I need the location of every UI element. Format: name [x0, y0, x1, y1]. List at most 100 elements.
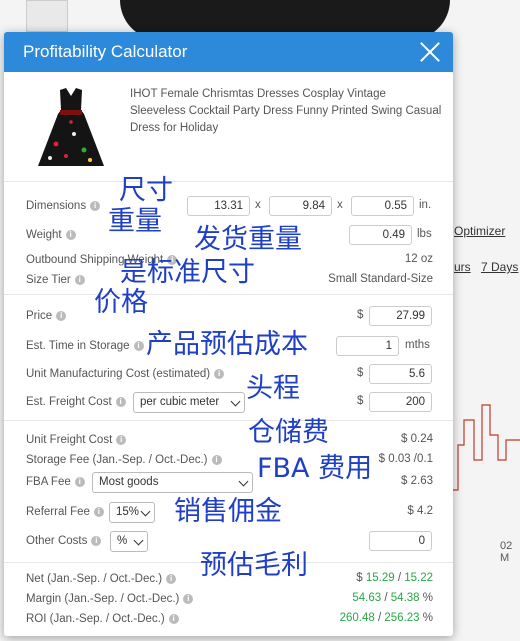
length-input[interactable]: 13.31 [187, 196, 250, 216]
referral-rate-select[interactable]: 15% [109, 502, 155, 523]
margin-value-jan-sep: 54.63 [352, 592, 382, 604]
net-label: Net (Jan.-Sep. / Oct.-Dec.) [26, 573, 163, 585]
other-costs-type-select[interactable]: % [110, 531, 148, 552]
info-icon[interactable]: i [65, 230, 76, 240]
fba-category-select[interactable]: Most goods [92, 472, 253, 493]
annotation-freight: 头程 [246, 373, 300, 404]
annotation-price: 价格 [94, 287, 148, 318]
modal-header: Profitability Calculator [4, 32, 453, 72]
storage-time-unit: mths [405, 339, 430, 351]
chevron-down-icon [140, 506, 151, 517]
info-icon[interactable]: i [56, 311, 67, 321]
manufacturing-cost-input[interactable]: 5.6 [369, 364, 432, 384]
dimension-separator: x [337, 199, 343, 211]
manufacturing-cost-currency: $ [357, 367, 364, 379]
roi-value: 260.48 / 256.23 % [340, 612, 433, 624]
unit-freight-cost-label: Unit Freight Cost [26, 434, 113, 446]
dimension-separator: x [255, 199, 261, 211]
product-image [26, 84, 116, 172]
price-input[interactable]: 27.99 [369, 306, 432, 326]
info-icon[interactable]: i [93, 507, 104, 517]
margin-unit: % [422, 592, 433, 604]
annotation-storage: 仓储费 [248, 417, 329, 448]
annotation-outbound-weight: 发货重量 [194, 224, 302, 255]
info-icon[interactable]: i [91, 536, 102, 546]
annotation-profit: 预估毛利 [200, 550, 308, 581]
margin-label: Margin (Jan.-Sep. / Oct.-Dec.) [26, 593, 180, 605]
fba-fee-value: $ 2.63 [401, 475, 433, 487]
size-tier-label: Size Tier [26, 274, 71, 286]
background-panel: Optimizer urs 7 Days 02 M [452, 200, 520, 620]
manufacturing-cost-label: Unit Manufacturing Cost (estimated) [26, 368, 211, 380]
info-icon[interactable]: i [90, 201, 101, 211]
chevron-down-icon [133, 535, 144, 546]
storage-fee-label: Storage Fee (Jan.-Sep. / Oct.-Dec.) [26, 454, 208, 466]
unit-freight-cost-row: Unit Freight Cost i [26, 430, 433, 450]
dimension-unit: in. [419, 199, 432, 211]
annotation-referral: 销售佣金 [174, 496, 282, 527]
outbound-weight-value: 12 oz [404, 253, 433, 265]
unit-freight-cost-value: $ 0.24 [401, 433, 433, 445]
seven-days-link[interactable]: 7 Days [481, 260, 518, 274]
freight-cost-input[interactable]: 200 [369, 392, 432, 412]
storage-fee-value: $ 0.03 /0.1 [378, 453, 433, 465]
dimensions-label: Dimensions [26, 200, 87, 212]
referral-fee-value: $ 4.2 [407, 505, 433, 517]
storage-time-label: Est. Time in Storage [26, 340, 130, 352]
net-value: $ 15.29 / 15.22 [356, 572, 433, 584]
fba-fee-label: FBA Fee [26, 476, 71, 488]
weight-unit: lbs [417, 228, 432, 240]
info-icon[interactable]: i [115, 397, 126, 407]
freight-unit-select[interactable]: per cubic meter [133, 392, 245, 413]
price-label: Price [26, 310, 53, 322]
divider [4, 294, 453, 295]
info-icon[interactable]: i [214, 369, 225, 379]
roi-separator: / [377, 612, 382, 624]
fba-category-select-value: Most goods [99, 476, 159, 488]
annotation-product-cost: 产品预估成本 [146, 329, 308, 360]
annotation-fba: FBA 费用 [257, 453, 373, 484]
annotation-size-tier: 是标准尺寸 [120, 257, 255, 288]
roi-unit: % [422, 612, 433, 624]
size-tier-value: Small Standard-Size [328, 273, 433, 285]
optimizer-link[interactable]: Optimizer [454, 224, 505, 238]
chevron-down-icon [238, 476, 249, 487]
close-icon[interactable] [417, 39, 443, 65]
info-icon[interactable]: i [116, 435, 127, 445]
info-icon[interactable]: i [133, 341, 144, 351]
storage-time-input[interactable]: 1 [336, 336, 399, 356]
product-summary: IHOT Female Chrismtas Dresses Cosplay Vi… [4, 72, 453, 182]
freight-cost-currency: $ [357, 395, 364, 407]
price-currency: $ [357, 309, 364, 321]
background-axis-label: 02 M [500, 540, 513, 564]
info-icon[interactable]: i [211, 455, 222, 465]
freight-unit-select-value: per cubic meter [140, 396, 220, 408]
info-icon[interactable]: i [166, 574, 177, 584]
margin-value-oct-dec: 54.38 [390, 592, 420, 604]
net-currency: $ [356, 572, 363, 584]
info-icon[interactable]: i [74, 275, 85, 285]
info-icon[interactable]: i [168, 614, 179, 624]
margin-separator: / [384, 592, 388, 604]
referral-rate-select-value: 15% [116, 506, 140, 518]
background-chart-line [452, 404, 520, 491]
height-input[interactable]: 0.55 [351, 196, 414, 216]
thumbnail-image[interactable] [26, 0, 68, 32]
info-icon[interactable]: i [74, 477, 85, 487]
net-separator: / [397, 572, 402, 584]
hours-link[interactable]: urs [454, 260, 471, 274]
other-costs-label: Other Costs [26, 535, 88, 547]
roi-label: ROI (Jan.-Sep. / Oct.-Dec.) [26, 613, 165, 625]
modal-title: Profitability Calculator [23, 42, 188, 61]
annotation-weight: 重量 [108, 206, 162, 237]
weight-input[interactable]: 0.49 [349, 225, 412, 245]
other-costs-type-select-value: % [117, 535, 128, 547]
annotation-dimensions: 尺寸 [119, 175, 173, 206]
divider [4, 420, 453, 421]
info-icon[interactable]: i [183, 594, 194, 604]
other-costs-input[interactable]: 0 [369, 531, 432, 551]
net-value-oct-dec: 15.22 [404, 572, 433, 584]
width-input[interactable]: 9.84 [269, 196, 332, 216]
weight-label: Weight [26, 229, 62, 241]
chevron-down-icon [230, 396, 241, 407]
